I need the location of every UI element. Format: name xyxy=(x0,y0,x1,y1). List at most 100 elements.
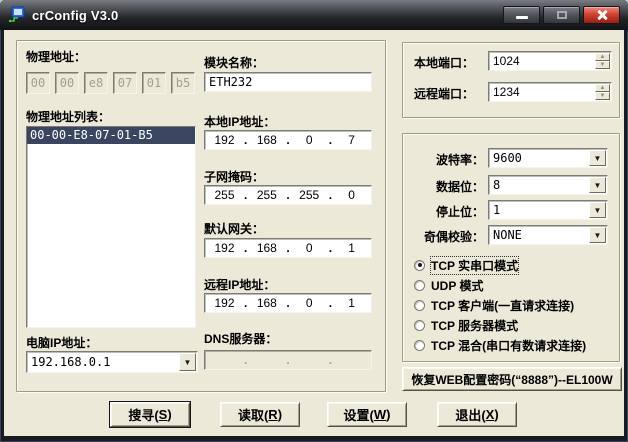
radio-icon[interactable] xyxy=(414,260,425,271)
search-button[interactable]: 搜寻(S) xyxy=(110,402,190,427)
button-mnemonic: X xyxy=(486,407,495,422)
data-bits-combobox[interactable]: 8 ▼ xyxy=(488,175,608,195)
mac-octet-1: 00 xyxy=(26,72,50,94)
mode-radio-label[interactable]: TCP 服务器模式 xyxy=(431,317,518,334)
local-port-label: 本地端口： xyxy=(414,54,474,71)
mac-octet-6: b5 xyxy=(171,72,195,94)
maximize-icon xyxy=(557,11,567,19)
ip-dot xyxy=(329,353,332,367)
physical-address-label: 物理地址： xyxy=(26,48,86,65)
local-ip-label: 本地IP地址： xyxy=(204,113,275,130)
baud-rate-combobox[interactable]: 9600 ▼ xyxy=(488,148,608,168)
local-port-input[interactable]: 1024 ▲ ▼ xyxy=(488,51,612,71)
spinner-down-icon[interactable]: ▼ xyxy=(595,92,610,100)
remote-ip-label: 远程IP地址： xyxy=(204,276,275,293)
dropdown-arrow-icon[interactable]: ▼ xyxy=(179,353,196,371)
ip-octet: 255 xyxy=(205,188,244,202)
mode-radio-tcp-mixed[interactable]: TCP 混合(串口有数请求连接) xyxy=(414,338,586,352)
read-button[interactable]: 读取(R) xyxy=(220,402,300,427)
button-label: ) xyxy=(167,407,171,422)
mode-radio-tcp-client[interactable]: TCP 客户端(一直请求连接) xyxy=(414,298,574,312)
ip-octet: 192 xyxy=(205,241,244,255)
radio-icon[interactable] xyxy=(414,300,425,311)
pc-ip-label: 电脑IP地址： xyxy=(26,334,97,351)
mac-octet-3: e8 xyxy=(84,72,108,94)
exit-button[interactable]: 退出(X) xyxy=(437,402,517,427)
module-name-input[interactable]: ETH232 xyxy=(204,72,372,92)
gateway-label: 默认网关： xyxy=(204,220,264,237)
button-label: ) xyxy=(386,407,390,422)
dropdown-arrow-icon[interactable]: ▼ xyxy=(589,227,606,243)
ip-octet: 7 xyxy=(332,133,371,147)
mode-radio-label[interactable]: TCP 客户端(一直请求连接) xyxy=(431,297,574,314)
mode-radio-tcp-server[interactable]: TCP 服务器模式 xyxy=(414,318,518,332)
address-listbox[interactable]: 00-00-E8-07-01-B5 xyxy=(26,126,196,328)
local-ip-input[interactable]: 192 168 0 7 xyxy=(204,130,372,150)
ip-octet: 255 xyxy=(290,188,329,202)
titlebar[interactable]: crConfig V3.0 xyxy=(0,0,628,30)
dropdown-arrow-icon[interactable]: ▼ xyxy=(589,177,606,193)
ip-octet: 1 xyxy=(332,241,371,255)
radio-icon[interactable] xyxy=(414,280,425,291)
ip-octet: 0 xyxy=(290,241,329,255)
pc-ip-value: 192.168.0.1 xyxy=(27,355,178,369)
ip-octet: 0 xyxy=(332,188,371,202)
remote-port-label: 远程端口： xyxy=(414,85,474,102)
data-bits-value: 8 xyxy=(489,178,588,192)
web-password-reset-button[interactable]: 恢复WEB配置密码(“8888”)--EL100W xyxy=(402,367,622,391)
remote-port-spinner[interactable]: ▲ ▼ xyxy=(595,84,610,100)
pc-ip-combobox[interactable]: 192.168.0.1 ▼ xyxy=(26,351,198,373)
stop-bits-label: 停止位： xyxy=(410,203,484,220)
radio-icon[interactable] xyxy=(414,320,425,331)
button-label: 搜寻( xyxy=(128,405,158,424)
address-list-item-selected[interactable]: 00-00-E8-07-01-B5 xyxy=(27,127,195,144)
gateway-input[interactable]: 192 168 0 1 xyxy=(204,238,372,258)
button-label: 设置( xyxy=(344,405,374,424)
button-label: ) xyxy=(278,407,282,422)
ip-octet: 168 xyxy=(247,133,286,147)
baud-rate-label: 波特率： xyxy=(410,151,484,168)
minimize-icon xyxy=(516,16,528,19)
spinner-down-icon[interactable]: ▼ xyxy=(595,61,610,69)
parity-label: 奇偶校验： xyxy=(410,228,484,245)
data-bits-label: 数据位： xyxy=(410,178,484,195)
crconfig-window: crConfig V3.0 物理地址： 00 00 e8 07 01 b5 物理… xyxy=(0,0,628,442)
dropdown-arrow-icon[interactable]: ▼ xyxy=(589,202,606,218)
parity-combobox[interactable]: NONE ▼ xyxy=(488,225,608,245)
module-name-label: 模块名称： xyxy=(204,54,264,71)
address-list-label: 物理地址列表： xyxy=(26,108,110,125)
spinner-up-icon[interactable]: ▲ xyxy=(595,53,610,61)
mode-radio-label[interactable]: UDP 模式 xyxy=(431,277,483,294)
ip-dot xyxy=(286,353,289,367)
subnet-mask-input[interactable]: 255 255 255 0 xyxy=(204,185,372,205)
baud-rate-value: 9600 xyxy=(489,151,588,165)
window-title: crConfig V3.0 xyxy=(32,8,118,23)
spinner-up-icon[interactable]: ▲ xyxy=(595,84,610,92)
mode-radio-label[interactable]: TCP 实串口模式 xyxy=(431,257,518,274)
stop-bits-combobox[interactable]: 1 ▼ xyxy=(488,200,608,220)
local-port-spinner[interactable]: ▲ ▼ xyxy=(595,53,610,69)
close-icon xyxy=(596,9,608,21)
ip-octet: 1 xyxy=(332,296,371,310)
set-button[interactable]: 设置(W) xyxy=(327,402,407,427)
remote-port-input[interactable]: 1234 ▲ ▼ xyxy=(488,82,612,102)
mode-radio-udp[interactable]: UDP 模式 xyxy=(414,278,483,292)
minimize-button[interactable] xyxy=(503,6,540,24)
button-label: 退出( xyxy=(455,405,485,424)
maximize-button xyxy=(543,6,580,24)
app-icon xyxy=(8,6,26,24)
dropdown-arrow-icon[interactable]: ▼ xyxy=(589,150,606,166)
close-button[interactable] xyxy=(583,6,620,24)
mode-radio-label[interactable]: TCP 混合(串口有数请求连接) xyxy=(431,337,586,354)
ip-octet: 0 xyxy=(290,296,329,310)
ip-octet: 168 xyxy=(247,241,286,255)
radio-icon[interactable] xyxy=(414,340,425,351)
mac-octet-4: 07 xyxy=(113,72,137,94)
ip-dot xyxy=(244,353,247,367)
button-label: ) xyxy=(494,407,498,422)
dns-label: DNS服务器： xyxy=(204,330,277,347)
mode-radio-tcp-real-serial[interactable]: TCP 实串口模式 xyxy=(414,258,518,272)
remote-ip-input[interactable]: 192 168 0 1 xyxy=(204,293,372,313)
button-mnemonic: S xyxy=(159,407,168,422)
button-mnemonic: W xyxy=(374,407,386,422)
